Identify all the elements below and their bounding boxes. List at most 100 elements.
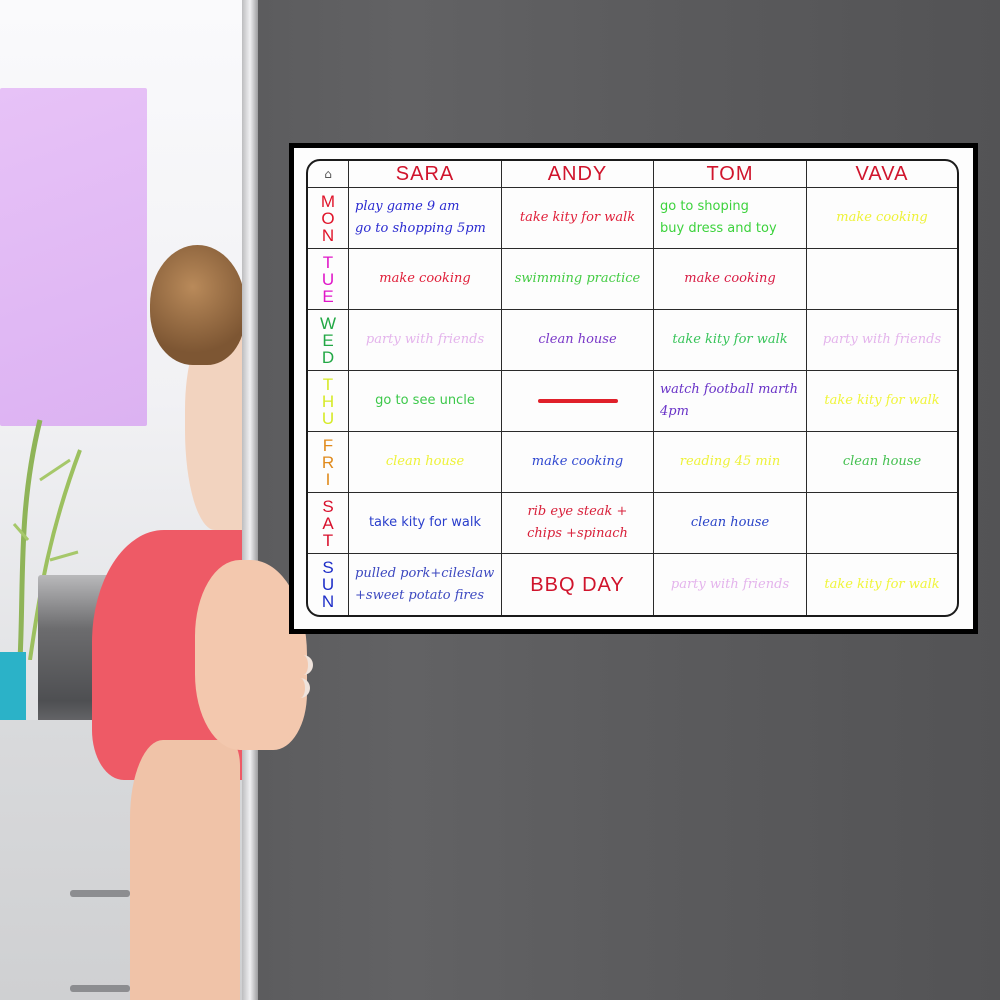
person-header: ANDY	[502, 161, 654, 188]
entry-line: clean house	[690, 515, 770, 530]
planner-entry: clean house	[837, 450, 927, 474]
planner-cell[interactable]: reading 45 min	[654, 432, 807, 493]
planner-cell[interactable]: clean house	[654, 493, 807, 554]
entry-line: party with friends	[670, 576, 790, 592]
day-letter: E	[322, 286, 334, 306]
planner-cell[interactable]: clean house	[502, 310, 654, 371]
weekly-planner-whiteboard: ⌂ SARA ANDY TOM VAVA M O Nplay game 9 am go to s…	[289, 143, 978, 634]
finger	[250, 655, 313, 675]
planner-entry: watch football marth 4pm	[654, 379, 804, 423]
planner-cell[interactable]: swimming practice	[502, 249, 654, 310]
whiteboard-surface: ⌂ SARA ANDY TOM VAVA M O Nplay game 9 am go to s…	[294, 148, 973, 629]
dash-mark	[537, 399, 618, 403]
entry-line: play game 9 am	[355, 199, 460, 214]
day-label: FRI	[308, 432, 349, 493]
planner-cell[interactable]: make cooking	[349, 249, 502, 310]
day-letter: D	[321, 347, 335, 367]
planner-grid: ⌂ SARA ANDY TOM VAVA M O Nplay game 9 am go to s…	[306, 159, 959, 617]
planner-cell[interactable]: party with friends	[654, 554, 807, 615]
planner-cell[interactable]: take kity for walk	[654, 310, 807, 371]
day-letter: N	[321, 592, 335, 611]
planner-entry: reading 45 min	[674, 450, 787, 474]
planner-entry: make cooking	[373, 267, 476, 291]
planner-cell[interactable]: clean house	[349, 432, 502, 493]
plant-pot	[0, 652, 26, 722]
planner-cell[interactable]: party with friends	[807, 310, 957, 371]
entry-line: go to shopping 5pm	[355, 221, 486, 236]
planner-cell[interactable]	[807, 249, 957, 310]
entry-line: take kity for walk	[519, 210, 636, 225]
planner-entry: make cooking	[526, 450, 629, 474]
entry-line: go to shoping	[660, 199, 749, 214]
planner-cell[interactable]: take kity for walk	[502, 188, 654, 249]
day-letter: S	[322, 558, 334, 577]
entry-line: take kity for walk	[824, 576, 940, 592]
entry-line: swimming practice	[514, 271, 641, 286]
planner-cell[interactable]: party with friends	[349, 310, 502, 371]
planner-entry: take kity for walk	[514, 206, 641, 230]
day-letter: U	[321, 408, 335, 428]
day-label: SUN	[308, 554, 349, 615]
planner-cell[interactable]: clean house	[807, 432, 957, 493]
day-letter: M	[320, 191, 336, 211]
planner-entry: play game 9 am go to shopping 5pm	[349, 196, 492, 240]
entry-line: clean house	[385, 454, 465, 469]
day-letter: H	[321, 391, 335, 411]
entry-line: clean house	[842, 454, 922, 469]
entry-line: clean house	[538, 332, 617, 347]
planner-cell[interactable]: watch football marth 4pm	[654, 371, 807, 432]
planner-cell[interactable]: take kity for walk	[349, 493, 502, 554]
planner-cell[interactable]: BBQ DAY	[502, 554, 654, 615]
planner-entry: clean house	[380, 450, 470, 474]
planner-cell[interactable]: make cooking	[654, 249, 807, 310]
day-letter: S	[322, 496, 334, 516]
planner-cell[interactable]: play game 9 am go to shopping 5pm	[349, 188, 502, 249]
day-letter: R	[321, 452, 335, 472]
day-letter: T	[322, 252, 334, 272]
drawer-handle	[70, 985, 130, 992]
planner-entry: party with friends	[817, 328, 947, 352]
planner-entry: rib eye steak + chips +spinach	[521, 501, 634, 545]
planner-cell[interactable]: take kity for walk	[807, 371, 957, 432]
day-letter: T	[322, 530, 334, 550]
entry-line: make cooking	[684, 271, 776, 286]
person-header: TOM	[654, 161, 807, 188]
entry-line: buy dress and toy	[660, 221, 777, 236]
entry-line: go to see uncle	[375, 393, 475, 408]
planner-cell[interactable]: go to see uncle	[349, 371, 502, 432]
planner-entry: go to see uncle	[369, 389, 481, 413]
planner-entry: clean house	[685, 511, 775, 535]
day-label: WED	[308, 310, 349, 371]
planner-entry: take kity for walk	[818, 389, 945, 413]
entry-line: take kity for walk	[672, 332, 788, 347]
day-letter: O	[321, 208, 335, 228]
entry-line: pulled pork+cileslaw	[355, 565, 495, 581]
entry-line: make cooking	[836, 210, 928, 225]
planner-entry: make cooking	[678, 267, 781, 291]
planner-cell[interactable]: make cooking	[807, 188, 957, 249]
entry-line: BBQ DAY	[530, 573, 625, 596]
day-letter: N	[321, 225, 335, 245]
day-label: SAT	[308, 493, 349, 554]
fridge-door-edge	[242, 0, 258, 1000]
entry-line: chips +spinach	[527, 526, 628, 541]
day-label: MON	[308, 188, 349, 249]
entry-line: party with friends	[365, 332, 485, 347]
planner-cell[interactable]: make cooking	[502, 432, 654, 493]
planner-entry: party with friends	[665, 573, 795, 597]
planner-cell[interactable]	[807, 493, 957, 554]
planner-cell[interactable]: go to shoping buy dress and toy	[654, 188, 807, 249]
day-letter: F	[322, 435, 334, 455]
planner-entry: clean house	[532, 328, 622, 352]
entry-line: +sweet potato fires	[355, 587, 484, 603]
corner-cell: ⌂	[308, 161, 349, 188]
day-letter: T	[322, 374, 334, 394]
day-letter: E	[322, 330, 334, 350]
planner-cell[interactable]: rib eye steak + chips +spinach	[502, 493, 654, 554]
planner-entry: go to shoping buy dress and toy	[654, 196, 783, 240]
planner-cell[interactable]: pulled pork+cileslaw +sweet potato fires	[349, 554, 502, 615]
planner-entry: take kity for walk	[363, 511, 487, 535]
planner-cell[interactable]: take kity for walk	[807, 554, 957, 615]
planner-cell[interactable]	[502, 371, 654, 432]
person-arm	[130, 740, 240, 1000]
